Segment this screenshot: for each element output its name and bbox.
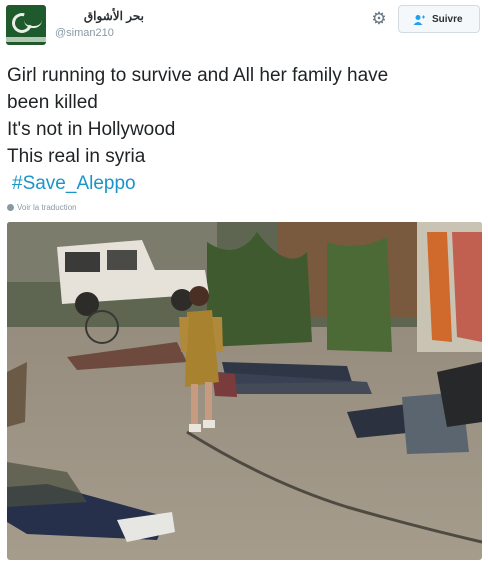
tweet-text: Girl running to survive and All her fami… bbox=[7, 62, 477, 197]
tweet-line: Girl running to survive and All her fami… bbox=[7, 65, 389, 86]
tweet-photo[interactable] bbox=[7, 222, 482, 560]
display-name[interactable]: بحر الأشواق bbox=[54, 9, 144, 23]
user-handle[interactable]: @siman210 bbox=[55, 27, 114, 39]
translate-label: Voir la traduction bbox=[17, 203, 77, 212]
globe-icon bbox=[7, 204, 14, 211]
follow-button[interactable]: Suivre bbox=[398, 5, 480, 33]
tweet-card: بحر الأشواق @siman210 ⚙ Suivre Girl runn… bbox=[0, 0, 488, 563]
tweet-line: been killed bbox=[7, 92, 98, 113]
translate-link[interactable]: Voir la traduction bbox=[7, 203, 77, 212]
gear-icon[interactable]: ⚙ bbox=[370, 10, 388, 28]
hashtag-link[interactable]: #Save_Aleppo bbox=[7, 170, 477, 197]
avatar[interactable] bbox=[6, 5, 46, 45]
tweet-line: It's not in Hollywood bbox=[7, 119, 176, 140]
tweet-line: This real in syria bbox=[7, 146, 146, 167]
add-user-icon bbox=[413, 15, 425, 25]
follow-label: Suivre bbox=[432, 14, 463, 25]
